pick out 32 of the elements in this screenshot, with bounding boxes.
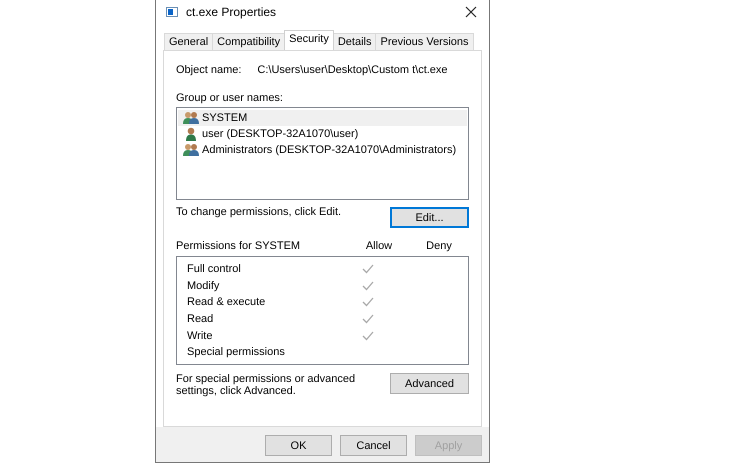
allow-header: Allow [364, 240, 394, 252]
advanced-hint: For special permissions or advanced settings, click Advanced. [176, 373, 356, 397]
users-icon [183, 143, 199, 157]
tab[interactable]: Security [284, 30, 334, 50]
tab[interactable]: Compatibility [212, 33, 286, 50]
permission-name: Full control [187, 263, 242, 276]
users-icon [183, 111, 199, 125]
permission-name: Modify [187, 280, 220, 292]
permission-name: Write [187, 330, 214, 342]
dialog-button[interactable]: Cancel [340, 435, 407, 456]
app-icon [166, 7, 178, 17]
tab[interactable]: Previous Versions [375, 33, 474, 50]
change-hint: To change permissions, click Edit. [176, 206, 342, 218]
tab[interactable]: Details [332, 33, 376, 50]
advanced-button[interactable]: Advanced [390, 373, 469, 394]
user-list-item[interactable]: user (DESKTOP-32A1070\user) [178, 126, 467, 142]
permission-name: Special permissions [187, 346, 286, 358]
edit-button[interactable]: Edit... [390, 207, 469, 228]
permissions-label: Permissions for SYSTEM [176, 240, 302, 252]
user-list-item[interactable]: SYSTEM [178, 110, 467, 126]
deny-header: Deny [425, 240, 453, 252]
permission-name: Read [187, 313, 214, 326]
dialog-button[interactable]: OK [265, 435, 332, 456]
object-name-label: Object name: [176, 64, 242, 76]
user-list-item[interactable]: Administrators (DESKTOP-32A1070\Administrators) [178, 142, 467, 158]
permission-name: Read & execute [187, 296, 266, 308]
tab[interactable]: General [164, 33, 214, 50]
window-title: ct.exe Properties [186, 5, 278, 19]
user-icon [183, 127, 199, 141]
group-label: Group or user names: [176, 92, 284, 104]
object-name-value: C:\Users\user\Desktop\Custom t\ct.exe [257, 64, 448, 76]
close-icon[interactable] [465, 6, 477, 18]
